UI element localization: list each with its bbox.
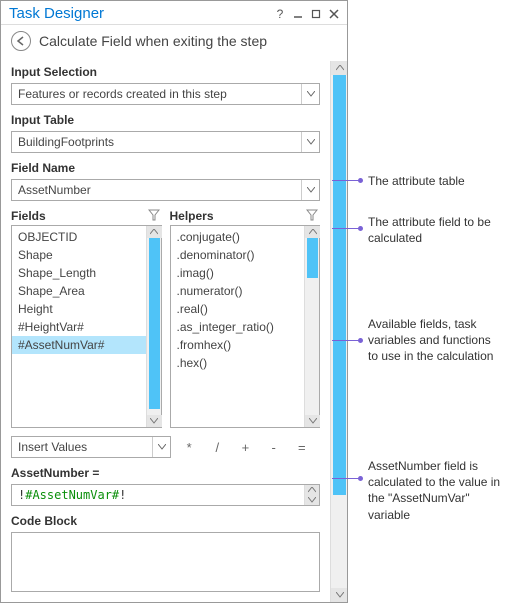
expression-scroll[interactable] [304,485,319,505]
list-item[interactable]: Shape_Length [12,264,146,282]
operator-button[interactable]: + [237,440,253,455]
list-item[interactable]: .hex() [171,354,305,372]
main-scrollbar[interactable] [330,61,347,602]
scroll-down-icon[interactable] [147,415,162,427]
helpers-col-label: Helpers [170,209,214,223]
helpers-list[interactable]: .conjugate().denominator().imag().numera… [171,226,305,427]
scroll-down-icon[interactable] [305,415,320,427]
annotation-line [332,340,362,341]
list-item[interactable]: .imag() [171,264,305,282]
page-subtitle: Calculate Field when exiting the step [39,33,267,49]
scroll-up-icon[interactable] [305,485,319,495]
scroll-down-icon[interactable] [331,588,347,602]
field-name-combo[interactable]: AssetNumber [11,179,320,201]
expression-label: AssetNumber = [11,466,320,480]
input-table-value: BuildingFootprints [12,135,301,149]
scroll-up-icon[interactable] [305,226,320,238]
fields-col-label: Fields [11,209,46,223]
close-icon[interactable] [327,7,341,21]
list-item[interactable]: OBJECTID [12,228,146,246]
chevron-down-icon [152,437,170,457]
titlebar: Task Designer ? [1,1,347,25]
insert-values-combo[interactable]: Insert Values [11,436,171,458]
annotation-line [332,478,362,479]
list-item[interactable]: #AssetNumVar# [12,336,146,354]
field-name-value: AssetNumber [12,183,301,197]
fields-scrollbar[interactable] [146,226,161,427]
input-selection-label: Input Selection [11,65,320,79]
annotation-line [332,228,362,229]
list-item[interactable]: Height [12,300,146,318]
maximize-icon[interactable] [309,7,323,21]
chevron-down-icon [301,84,319,104]
list-item[interactable]: Shape_Area [12,282,146,300]
list-item[interactable]: .real() [171,300,305,318]
list-item[interactable]: .as_integer_ratio() [171,318,305,336]
operator-button[interactable]: - [266,440,282,455]
scroll-down-icon[interactable] [305,495,319,505]
operator-button[interactable]: / [209,440,225,455]
code-block-input[interactable] [11,532,320,592]
window-title: Task Designer [9,5,104,22]
list-item[interactable]: #HeightVar# [12,318,146,336]
task-designer-panel: Task Designer ? Calculate Field when exi… [0,0,348,603]
filter-icon[interactable] [148,209,162,223]
input-table-combo[interactable]: BuildingFootprints [11,131,320,153]
annotation-line [332,180,362,181]
chevron-down-icon [301,132,319,152]
operator-button[interactable]: * [181,440,197,455]
input-selection-combo[interactable]: Features or records created in this step [11,83,320,105]
help-icon[interactable]: ? [273,7,287,21]
scroll-thumb[interactable] [149,238,160,409]
fields-list[interactable]: OBJECTIDShapeShape_LengthShape_AreaHeigh… [12,226,146,427]
scroll-thumb[interactable] [333,75,346,495]
input-selection-value: Features or records created in this step [12,87,301,101]
operator-button[interactable]: = [294,440,310,455]
scroll-up-icon[interactable] [331,61,347,75]
back-button[interactable] [11,31,31,51]
annotation-text: Available fields, task variables and fun… [368,316,503,365]
code-block-label: Code Block [11,514,320,528]
list-item[interactable]: Shape [12,246,146,264]
list-item[interactable]: .fromhex() [171,336,305,354]
insert-values-text: Insert Values [12,440,152,454]
annotation-text: The attribute table [368,173,465,189]
list-item[interactable]: .conjugate() [171,228,305,246]
annotation-text: The attribute field to be calculated [368,214,498,246]
annotation-text: AssetNumber field is calculated to the v… [368,458,503,523]
minimize-icon[interactable] [291,7,305,21]
helpers-scrollbar[interactable] [304,226,319,427]
operator-row: * / +-= [171,440,320,455]
input-table-label: Input Table [11,113,320,127]
scroll-thumb[interactable] [307,238,318,278]
chevron-down-icon [301,180,319,200]
scroll-up-icon[interactable] [147,226,162,238]
expression-text: !#AssetNumVar#! [12,485,304,505]
expression-input[interactable]: !#AssetNumVar#! [11,484,320,506]
filter-icon[interactable] [306,209,320,223]
list-item[interactable]: .numerator() [171,282,305,300]
field-name-label: Field Name [11,161,320,175]
list-item[interactable]: .denominator() [171,246,305,264]
